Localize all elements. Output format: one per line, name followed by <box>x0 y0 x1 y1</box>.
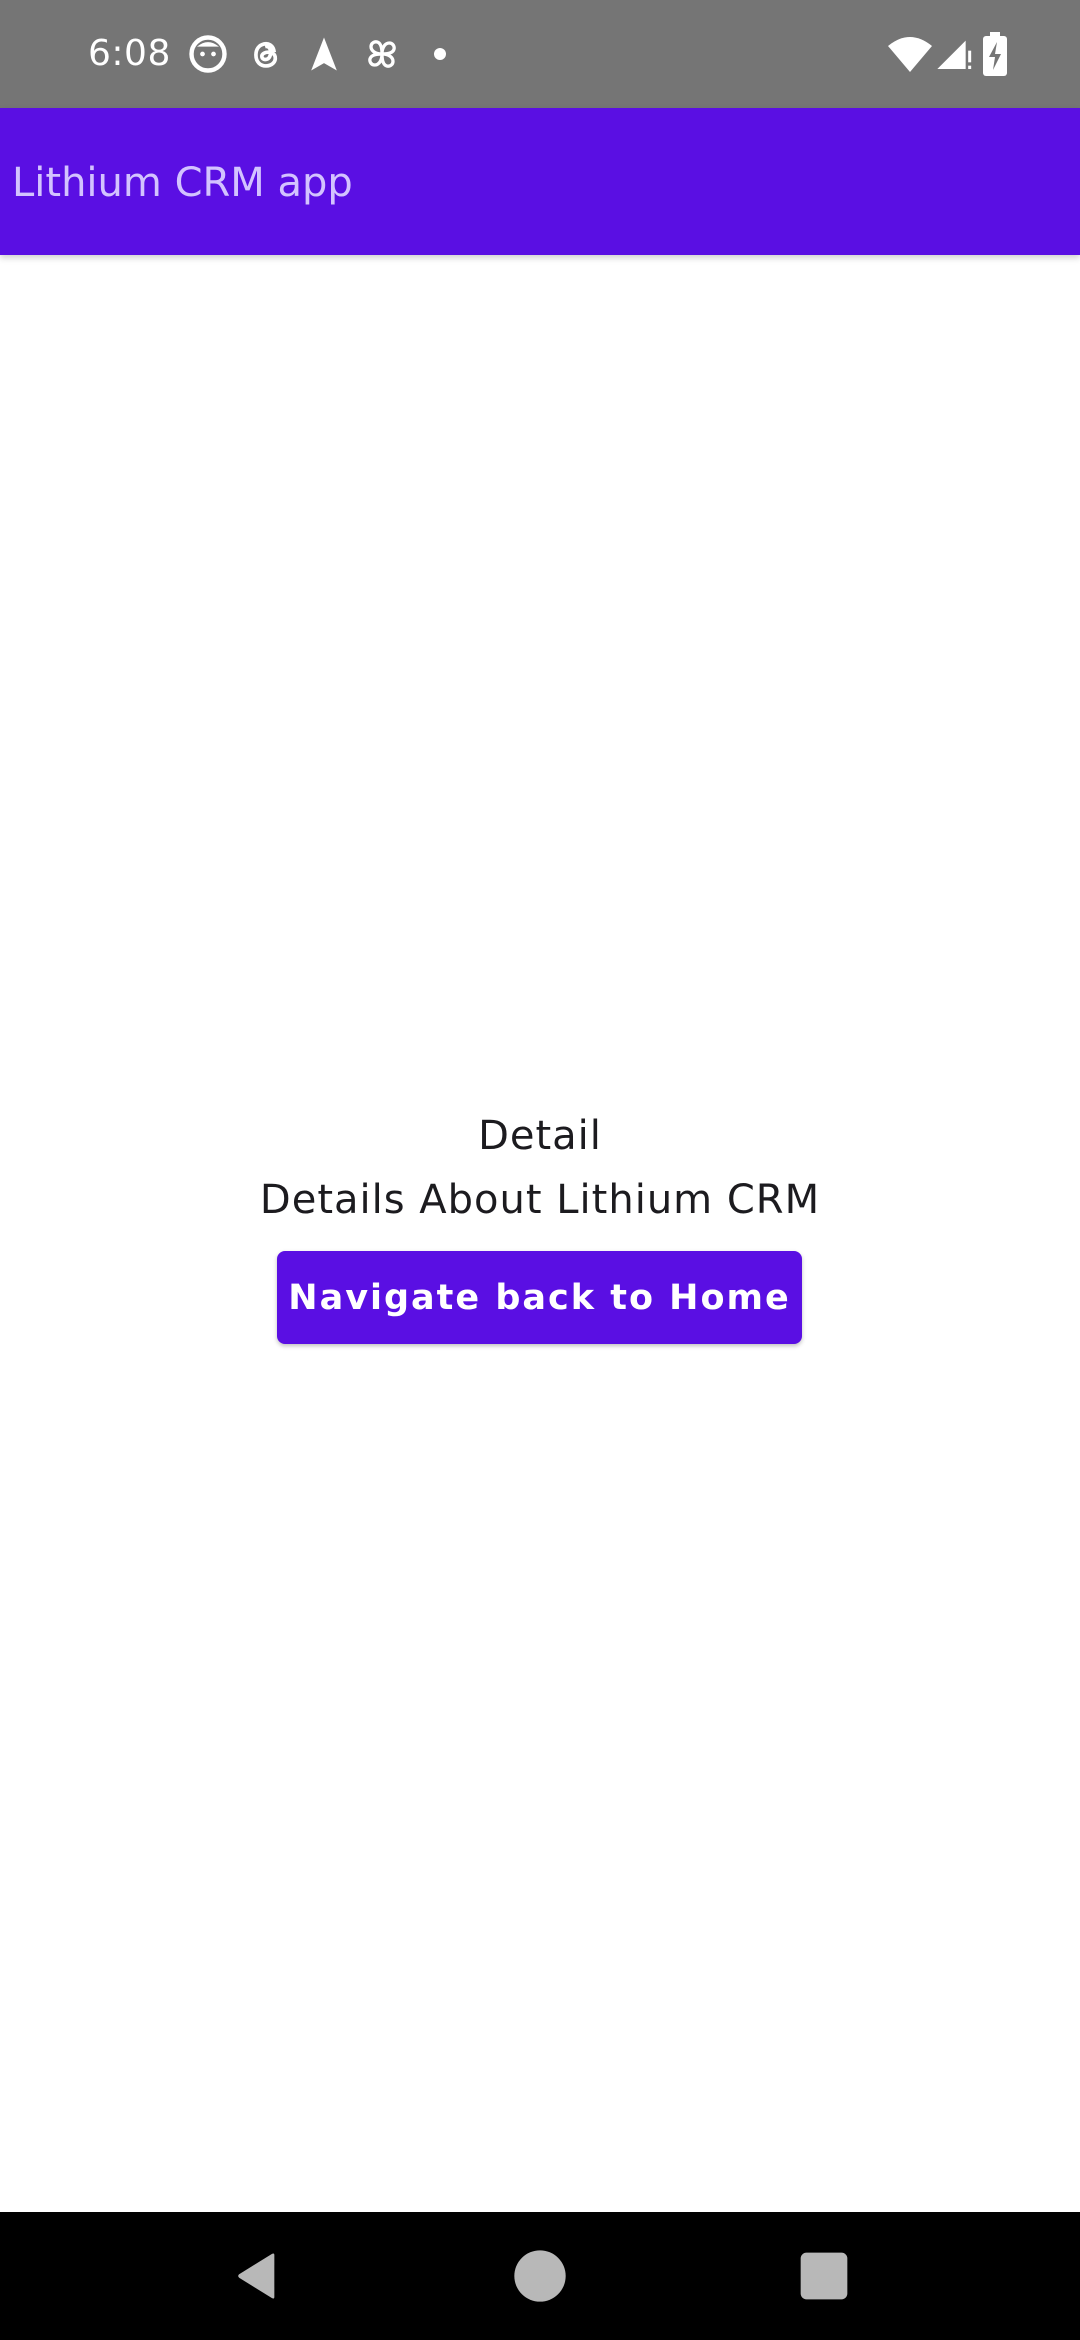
back-icon[interactable] <box>230 2248 286 2304</box>
threads-icon <box>244 30 288 78</box>
detail-subtitle: Details About Lithium CRM <box>259 1177 821 1223</box>
system-navigation-bar <box>0 2212 1080 2340</box>
dot-icon <box>424 30 456 78</box>
screen: 6:08 Lithium CRM app Detail Details Abou… <box>0 0 1080 2340</box>
face-notification-icon <box>186 30 230 78</box>
wifi-icon <box>886 30 934 78</box>
status-bar: 6:08 <box>0 0 1080 108</box>
app-title: Lithium CRM app <box>12 160 353 206</box>
app-bar: Lithium CRM app <box>0 108 1080 255</box>
navigation-arrow-icon <box>302 30 346 78</box>
signal-icon <box>934 30 974 78</box>
pinwheel-icon <box>360 30 404 78</box>
battery-charging-icon <box>978 30 1012 78</box>
recents-icon[interactable] <box>796 2248 852 2304</box>
navigate-home-button[interactable]: Navigate back to Home <box>277 1251 802 1344</box>
status-time: 6:08 <box>88 33 171 74</box>
home-icon[interactable] <box>512 2248 568 2304</box>
detail-heading: Detail <box>478 1113 602 1159</box>
detail-content: Detail Details About Lithium CRM <box>0 1108 1080 1228</box>
